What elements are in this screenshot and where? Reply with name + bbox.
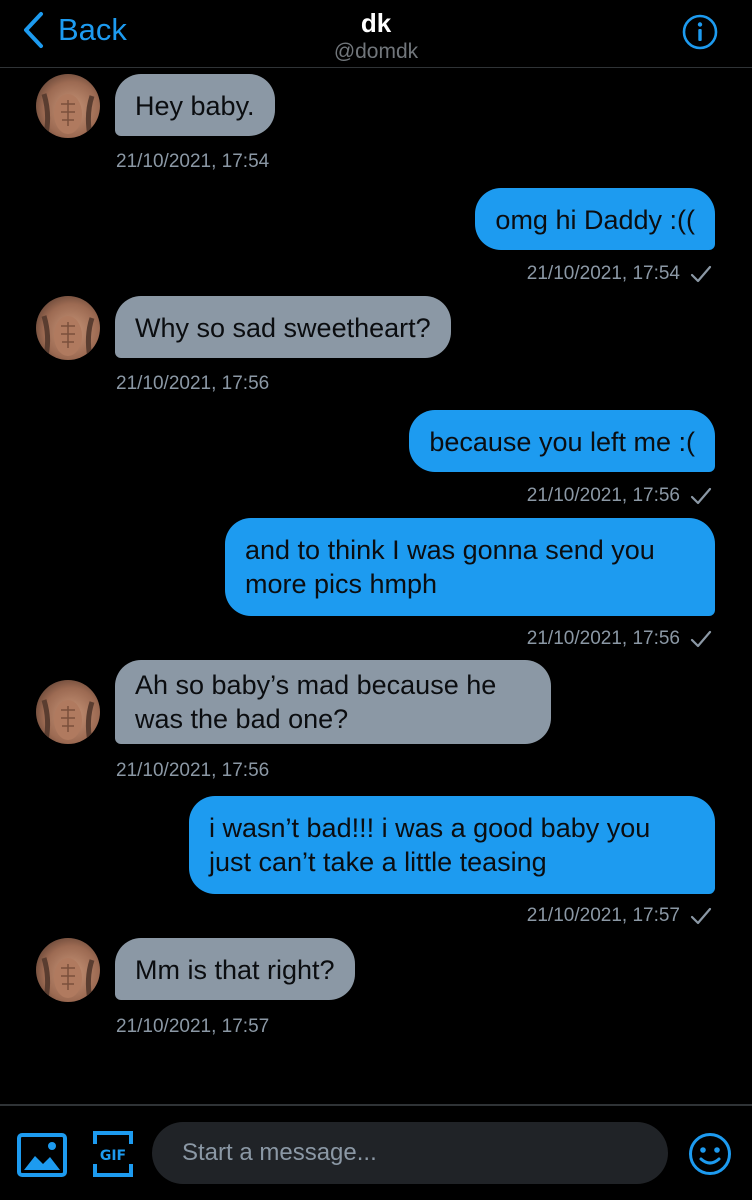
avatar[interactable] [36, 938, 100, 1002]
avatar[interactable] [36, 680, 100, 744]
gif-icon: GIF [93, 1131, 133, 1177]
incoming-message-bubble[interactable]: Ah so baby’s mad because he was the bad … [115, 660, 551, 744]
incoming-message-bubble[interactable]: Mm is that right? [115, 938, 355, 1000]
avatar-image [41, 315, 95, 359]
contact-name[interactable]: dk [0, 8, 752, 39]
avatar[interactable] [36, 296, 100, 360]
message-list[interactable]: Hey baby. 21/10/2021, 17:54 omg hi Daddy… [0, 68, 752, 1104]
outgoing-message-bubble[interactable]: omg hi Daddy :(( [475, 188, 715, 250]
gif-label: GIF [100, 1148, 126, 1164]
timestamp-text: 21/10/2021, 17:56 [526, 485, 680, 506]
incoming-message-bubble[interactable]: Hey baby. [115, 74, 275, 136]
message-timestamp: 21/10/2021, 17:57 [116, 1016, 270, 1037]
message-timestamp: 21/10/2021, 17:54 [527, 263, 712, 285]
outgoing-message-bubble[interactable]: i wasn’t bad!!! i was a good baby you ju… [189, 796, 715, 894]
message-timestamp: 21/10/2021, 17:56 [116, 760, 270, 781]
checkmark-icon [690, 907, 712, 925]
message-input-placeholder: Start a message... [182, 1139, 377, 1166]
checkmark-icon [690, 265, 712, 283]
avatar-image [41, 699, 95, 743]
outgoing-message-bubble[interactable]: because you left me :( [409, 410, 715, 472]
checkmark-icon [690, 630, 712, 648]
info-icon[interactable] [682, 14, 718, 50]
message-timestamp: 21/10/2021, 17:56 [527, 485, 712, 507]
message-timestamp: 21/10/2021, 17:57 [527, 905, 712, 927]
avatar-image [41, 957, 95, 1001]
gif-button[interactable]: GIF [92, 1130, 134, 1178]
contact-handle: @domdk [333, 40, 419, 63]
emoji-icon[interactable] [688, 1132, 732, 1176]
message-timestamp: 21/10/2021, 17:54 [116, 151, 270, 172]
message-input[interactable]: Start a message... [152, 1122, 668, 1184]
message-composer: GIF Start a message... [0, 1104, 752, 1200]
conversation-header: Back dk @domdk [0, 0, 752, 68]
timestamp-text: 21/10/2021, 17:54 [526, 263, 680, 284]
avatar-image [41, 93, 95, 137]
timestamp-text: 21/10/2021, 17:57 [526, 905, 680, 926]
checkmark-icon [690, 487, 712, 505]
incoming-message-bubble[interactable]: Why so sad sweetheart? [115, 296, 451, 358]
timestamp-text: 21/10/2021, 17:56 [526, 628, 680, 649]
message-timestamp: 21/10/2021, 17:56 [527, 628, 712, 650]
avatar[interactable] [36, 74, 100, 138]
outgoing-message-bubble[interactable]: and to think I was gonna send you more p… [225, 518, 715, 616]
message-timestamp: 21/10/2021, 17:56 [116, 373, 270, 394]
image-icon[interactable] [16, 1132, 68, 1178]
